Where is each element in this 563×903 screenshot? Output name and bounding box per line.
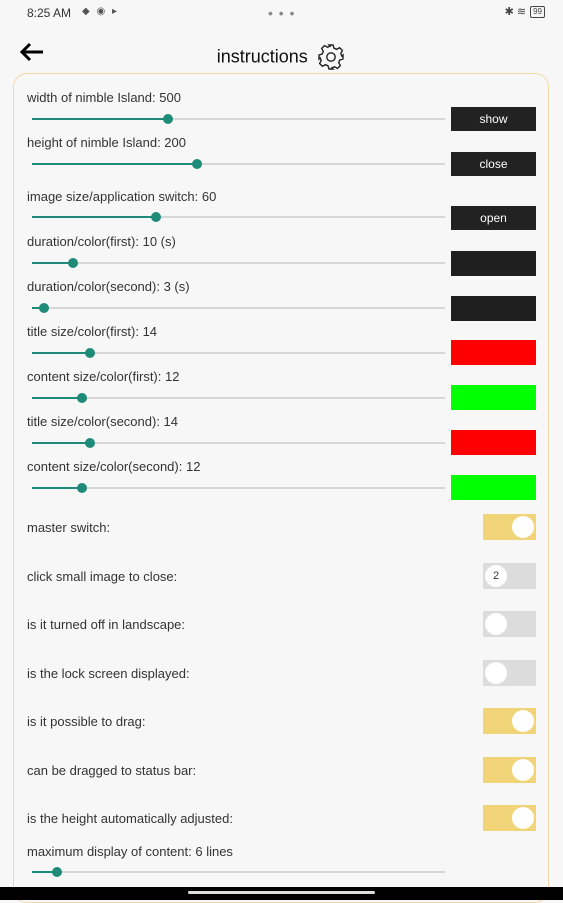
auto-height-switch-label: is the height automatically adjusted: [27, 811, 233, 826]
drag-to-status-bar-switch-label: can be dragged to status bar: [27, 763, 197, 778]
title-first-slider-fill [32, 352, 90, 354]
title-second-slider[interactable] [32, 438, 445, 448]
content-first-slider-thumb[interactable] [76, 393, 87, 403]
title-first-slider-thumb[interactable] [84, 348, 95, 358]
height-slider-fill [32, 163, 198, 165]
image-size-slider-thumb[interactable] [150, 212, 161, 222]
more-dots-icon: • • • [268, 5, 296, 21]
content-second-slider[interactable] [32, 483, 445, 493]
color-title-second-swatch[interactable] [451, 430, 536, 455]
duration-first-slider[interactable] [32, 258, 445, 268]
notification-icons: ◆ ◉ ▸ [82, 6, 119, 17]
gear-icon[interactable] [316, 42, 346, 72]
image-size-slider-label: image size/application switch: 60 [27, 189, 217, 204]
battery-icon: 99 [530, 5, 545, 18]
height-slider-label: height of nimble Island: 200 [27, 135, 186, 150]
image-size-slider-fill [32, 216, 156, 218]
title-first-slider[interactable] [32, 348, 445, 358]
landscape-off-switch-label: is it turned off in landscape: [27, 617, 186, 632]
width-slider-label: width of nimble Island: 500 [27, 90, 181, 105]
drag-to-status-bar-switch-knob [512, 759, 534, 781]
navigation-bar [0, 887, 563, 900]
title-second-slider-thumb[interactable] [84, 438, 95, 448]
lock-screen-switch[interactable] [483, 660, 536, 686]
header: instructions [0, 42, 563, 72]
max-lines-slider-label: maximum display of content: 6 lines [27, 844, 233, 859]
color-title-first-swatch[interactable] [451, 340, 536, 365]
image-size-slider[interactable] [32, 212, 445, 222]
click-small-image-close-switch-label: click small image to close: [27, 569, 178, 584]
landscape-off-switch[interactable] [483, 611, 536, 637]
content-second-slider-thumb[interactable] [76, 483, 87, 493]
title-second-slider-label: title size/color(second): 14 [27, 414, 179, 429]
duration-first-slider-label: duration/color(first): 10 (s) [27, 234, 176, 249]
drag-switch[interactable] [483, 708, 536, 734]
width-slider-fill [32, 118, 169, 120]
page-title: instructions [216, 46, 308, 67]
drag-to-status-bar-switch[interactable] [483, 757, 536, 783]
open-button[interactable]: open [451, 206, 536, 230]
max-lines-slider-thumb[interactable] [51, 867, 62, 877]
drag-switch-knob [512, 710, 534, 732]
duration-first-slider-fill [32, 262, 74, 264]
content-second-slider-fill [32, 487, 82, 489]
auto-height-switch-knob [512, 807, 534, 829]
title-second-slider-fill [32, 442, 90, 444]
click-small-image-close-switch[interactable]: 2 [483, 563, 536, 589]
content-first-slider-label: content size/color(first): 12 [27, 369, 180, 384]
max-lines-slider[interactable] [32, 867, 445, 877]
drag-switch-label: is it possible to drag: [27, 714, 146, 729]
color-second-duration-swatch[interactable] [451, 296, 536, 321]
auto-height-switch[interactable] [483, 805, 536, 831]
master-switch[interactable] [483, 514, 536, 540]
content-second-slider-label: content size/color(second): 12 [27, 459, 201, 474]
content-first-slider-fill [32, 397, 82, 399]
close-button[interactable]: close [451, 152, 536, 176]
color-content-first-swatch[interactable] [451, 385, 536, 410]
color-first-duration-swatch[interactable] [451, 251, 536, 276]
status-time: 8:25 AM [27, 6, 72, 20]
height-slider[interactable] [32, 159, 445, 169]
bluetooth-wifi-icon: ✱ ≋ [504, 6, 527, 18]
landscape-off-switch-knob [485, 613, 507, 635]
lock-screen-switch-knob [485, 662, 507, 684]
status-bar: 8:25 AM ◆ ◉ ▸ • • • ✱ ≋ 99 [0, 0, 563, 28]
color-content-second-swatch[interactable] [451, 475, 536, 500]
duration-second-slider[interactable] [32, 303, 445, 313]
click-small-image-close-switch-knob: 2 [485, 565, 507, 587]
master-switch-knob [512, 516, 534, 538]
content-first-slider[interactable] [32, 393, 445, 403]
lock-screen-switch-label: is the lock screen displayed: [27, 666, 190, 681]
title-first-slider-label: title size/color(first): 14 [27, 324, 158, 339]
master-switch-label: master switch: [27, 520, 111, 535]
home-indicator[interactable] [188, 891, 375, 894]
duration-second-slider-label: duration/color(second): 3 (s) [27, 279, 190, 294]
width-slider[interactable] [32, 114, 445, 124]
show-button[interactable]: show [451, 107, 536, 131]
